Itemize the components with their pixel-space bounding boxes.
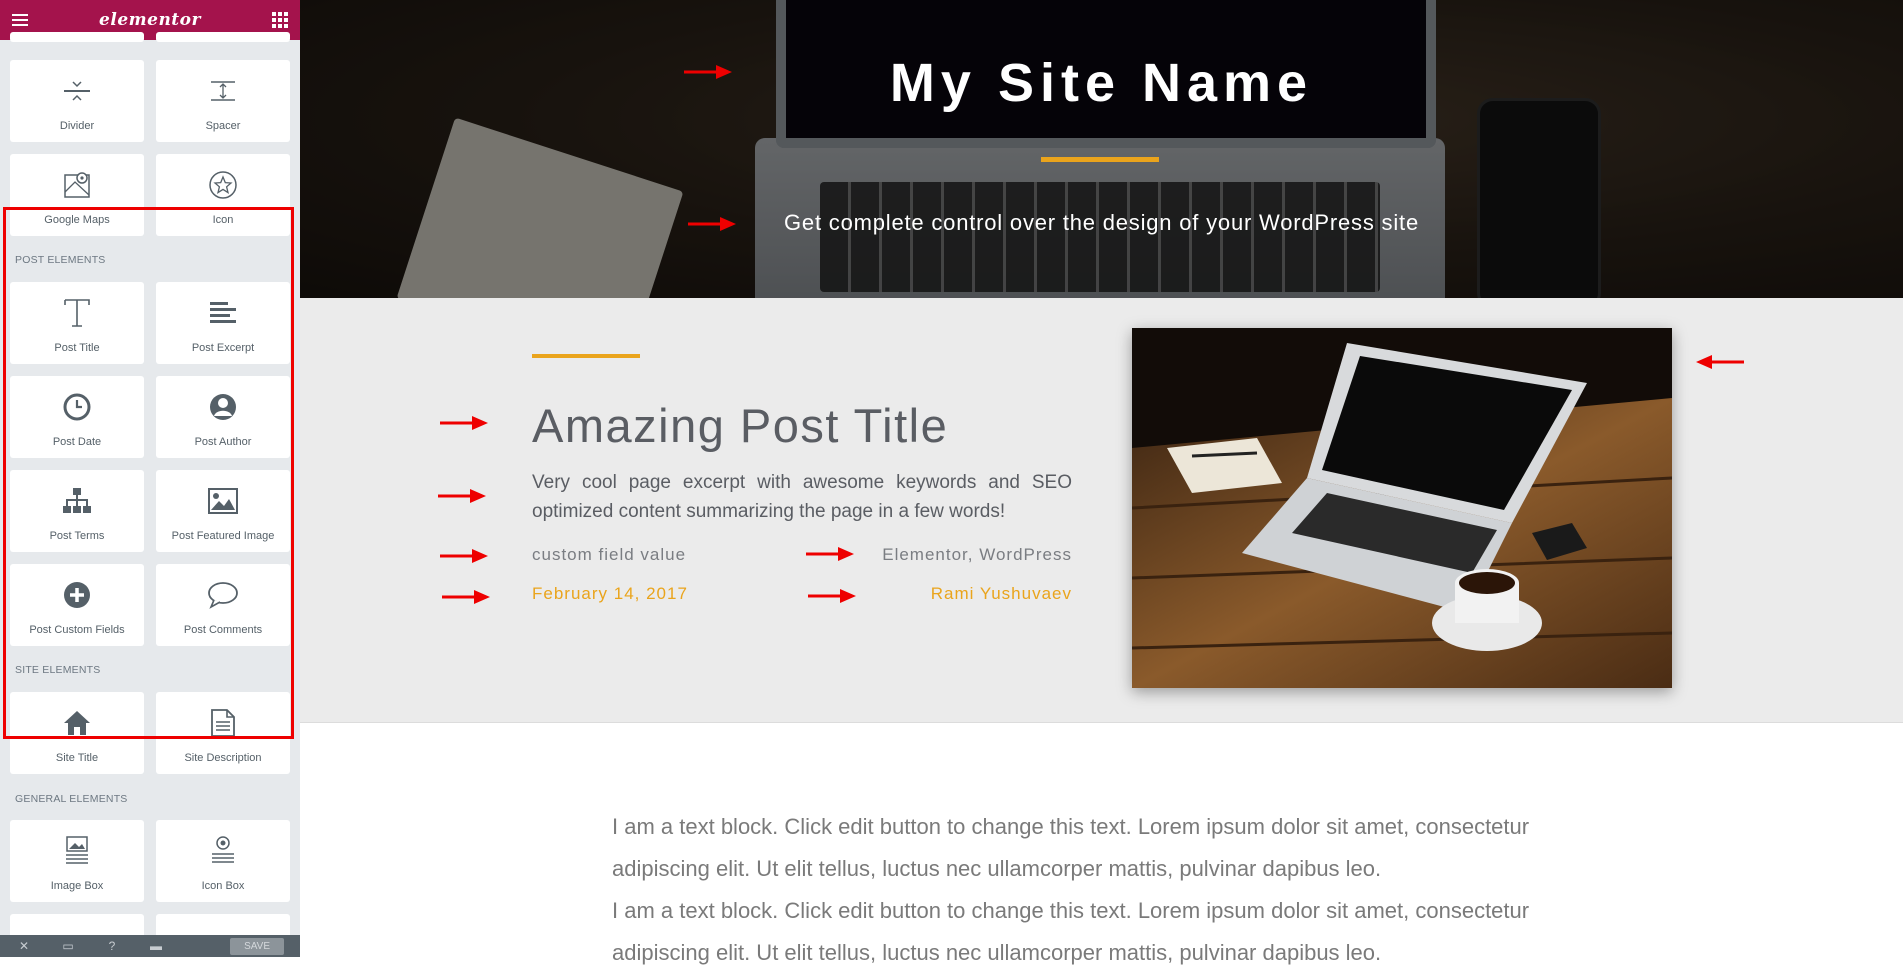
widget-divider[interactable]: Divider <box>10 60 144 142</box>
widget-site-title[interactable]: Site Title <box>10 692 144 774</box>
annotation-arrow-left <box>1696 355 1744 369</box>
widget-post-author[interactable]: Post Author <box>156 376 290 458</box>
widget-label: Google Maps <box>44 214 110 226</box>
elementor-logo: elementor <box>99 10 201 30</box>
widgets-grid-icon[interactable] <box>272 12 288 28</box>
category-site-elements: SITE ELEMENTS <box>15 664 101 676</box>
widget-label: Divider <box>59 120 95 132</box>
site-title[interactable]: My Site Name <box>300 52 1903 114</box>
widget-icon-box[interactable]: Icon Box <box>156 820 290 902</box>
widget-post-excerpt[interactable]: Post Excerpt <box>156 282 290 364</box>
panel-footer: ✕ ▭ ? ▬ SAVE <box>0 935 300 957</box>
document-icon <box>156 706 290 740</box>
folder-icon[interactable]: ▬ <box>148 939 164 953</box>
star-circle-icon <box>156 168 290 202</box>
widget-label: Icon <box>212 214 234 226</box>
widget-post-title[interactable]: Post Title <box>10 282 144 364</box>
elementor-panel: elementor Divider Spacer Google Maps Ico… <box>0 0 301 957</box>
sitemap-icon <box>10 484 144 518</box>
divider-icon <box>10 74 144 108</box>
widget-post-featured-image[interactable]: Post Featured Image <box>156 470 290 552</box>
widget-label: Icon Box <box>201 880 245 892</box>
widget-label: Post Date <box>52 436 102 448</box>
widget-label: Image Box <box>50 880 104 892</box>
post-custom-field[interactable]: custom field value <box>532 545 686 565</box>
help-icon[interactable]: ? <box>104 939 120 953</box>
widget-site-description[interactable]: Site Description <box>156 692 290 774</box>
post-title[interactable]: Amazing Post Title <box>532 398 948 453</box>
site-description[interactable]: Get complete control over the design of … <box>300 210 1903 236</box>
comment-icon <box>156 578 290 612</box>
widget-icon[interactable]: Icon <box>156 154 290 236</box>
post-terms[interactable]: Elementor, WordPress <box>882 545 1072 565</box>
plus-circle-icon <box>10 578 144 612</box>
widgets-list[interactable]: Divider Spacer Google Maps Icon POST ELE… <box>0 32 300 957</box>
annotation-arrow-right <box>808 589 856 603</box>
menu-icon[interactable] <box>12 14 28 26</box>
widget-partial[interactable] <box>156 32 290 42</box>
widget-label: Post Terms <box>49 530 105 542</box>
annotation-arrow-right <box>442 590 490 604</box>
widget-spacer[interactable]: Spacer <box>156 60 290 142</box>
text-paragraph: I am a text block. Click edit button to … <box>612 814 1530 881</box>
annotation-arrow-right <box>440 549 488 563</box>
close-icon[interactable]: ✕ <box>16 939 32 953</box>
annotation-arrow-right <box>438 489 486 503</box>
post-section[interactable]: Amazing Post Title Very cool page excerp… <box>300 298 1903 723</box>
widget-label: Post Custom Fields <box>29 624 125 636</box>
post-accent-divider <box>532 354 640 358</box>
spacer-icon <box>156 74 290 108</box>
widget-label: Site Title <box>55 752 99 764</box>
hero-accent-divider <box>1041 157 1159 162</box>
text-block[interactable]: I am a text block. Click edit button to … <box>612 806 1612 974</box>
save-button[interactable]: SAVE <box>230 937 284 955</box>
widget-label: Site Description <box>184 752 262 764</box>
text-paragraph: I am a text block. Click edit button to … <box>612 898 1530 965</box>
page-preview: My Site Name Get complete control over t… <box>300 0 1903 965</box>
widget-google-maps[interactable]: Google Maps <box>10 154 144 236</box>
category-general-elements: GENERAL ELEMENTS <box>15 793 128 805</box>
annotation-arrow-right <box>440 416 488 430</box>
image-box-icon <box>10 834 144 868</box>
widget-post-comments[interactable]: Post Comments <box>156 564 290 646</box>
post-date[interactable]: February 14, 2017 <box>532 584 688 604</box>
widget-label: Spacer <box>205 120 241 132</box>
widget-post-terms[interactable]: Post Terms <box>10 470 144 552</box>
image-icon <box>156 484 290 518</box>
post-excerpt[interactable]: Very cool page excerpt with awesome keyw… <box>532 468 1072 526</box>
icon-box-icon <box>156 834 290 868</box>
widget-post-custom-fields[interactable]: Post Custom Fields <box>10 564 144 646</box>
widget-partial[interactable] <box>10 32 144 42</box>
hero-section[interactable]: My Site Name Get complete control over t… <box>300 0 1903 298</box>
category-post-elements: POST ELEMENTS <box>15 254 106 266</box>
post-author[interactable]: Rami Yushuvaev <box>931 584 1072 604</box>
responsive-icon[interactable]: ▭ <box>60 939 76 953</box>
widget-label: Post Title <box>54 342 100 354</box>
widget-label: Post Excerpt <box>191 342 255 354</box>
widget-post-date[interactable]: Post Date <box>10 376 144 458</box>
text-t-icon <box>10 296 144 330</box>
post-featured-image[interactable] <box>1132 328 1672 688</box>
annotation-arrow-right <box>688 217 736 231</box>
clock-icon <box>10 390 144 424</box>
hero-overlay <box>300 0 1903 298</box>
align-lines-icon <box>156 296 290 330</box>
user-circle-icon <box>156 390 290 424</box>
annotation-arrow-right <box>684 65 732 79</box>
widget-label: Post Author <box>194 436 252 448</box>
home-icon <box>10 706 144 740</box>
widget-label: Post Featured Image <box>171 530 275 542</box>
widget-image-box[interactable]: Image Box <box>10 820 144 902</box>
map-icon <box>10 168 144 202</box>
annotation-arrow-right <box>806 547 854 561</box>
widget-label: Post Comments <box>183 624 263 636</box>
